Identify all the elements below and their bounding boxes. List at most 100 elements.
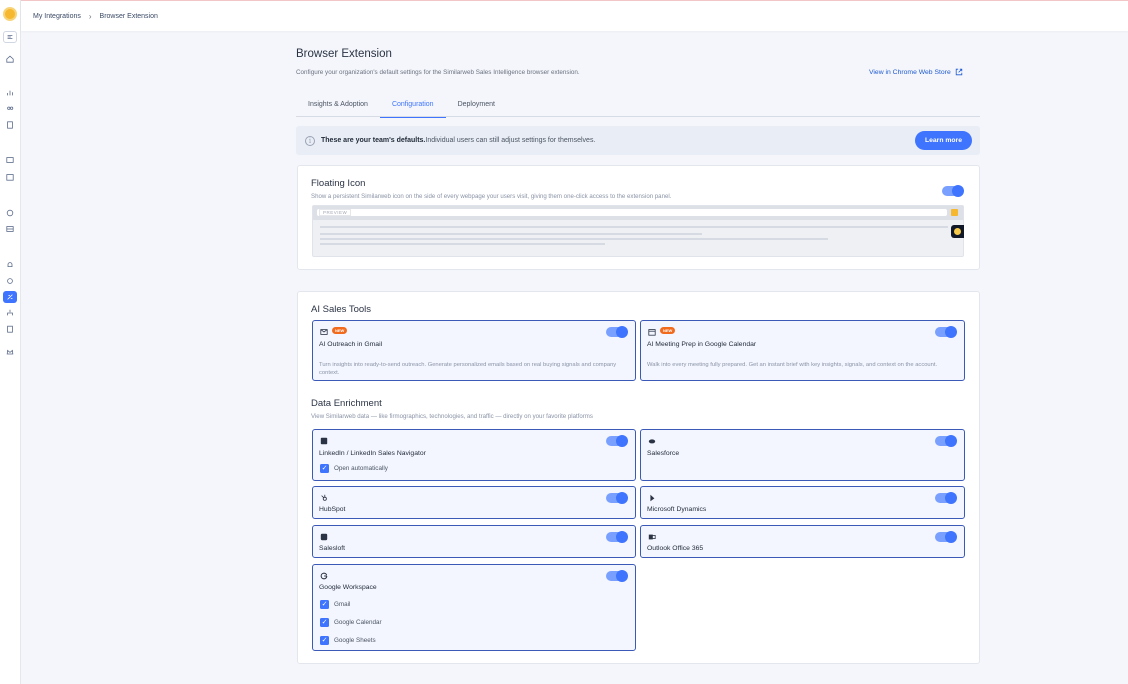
linkedin-icon xyxy=(319,436,328,445)
dynamics-icon xyxy=(647,493,656,502)
tab-configuration[interactable]: Configuration xyxy=(379,96,446,118)
floating-icon-preview: PREVIEW xyxy=(312,205,964,257)
new-badge: NEW xyxy=(332,327,348,334)
tile-name: Salesforce xyxy=(647,450,680,457)
left-rail xyxy=(0,0,21,684)
tile-salesloft: Salesloft xyxy=(312,525,636,558)
hierarchy-icon[interactable] xyxy=(3,307,17,319)
tile-microsoft-dynamics: Microsoft Dynamics xyxy=(640,486,965,519)
preview-label: PREVIEW xyxy=(319,209,352,216)
linkedin-toggle[interactable] xyxy=(606,435,628,447)
top-bar: My Integrations › Browser Extension xyxy=(21,0,1128,31)
salesloft-toggle[interactable] xyxy=(606,531,628,543)
tile-linkedin: LinkedIn / LinkedIn Sales Navigator ✓ Op… xyxy=(312,429,636,481)
checkbox-label: Open automatically xyxy=(334,465,388,472)
page-title: Browser Extension xyxy=(296,48,392,60)
salesloft-icon xyxy=(319,532,328,541)
floating-similarweb-icon xyxy=(951,225,964,238)
banner-text: These are your team's defaults.Individua… xyxy=(321,137,595,144)
tile-hubspot: HubSpot xyxy=(312,486,636,519)
analytics-icon[interactable] xyxy=(3,87,17,99)
integrations-icon[interactable] xyxy=(3,291,17,303)
checkbox-open-automatically[interactable]: ✓ Open automatically xyxy=(320,464,388,473)
tile-name: Google Workspace xyxy=(319,584,377,591)
similarweb-logo-icon[interactable] xyxy=(3,7,17,21)
people-icon[interactable] xyxy=(3,103,17,115)
tile-name: AI Meeting Prep in Google Calendar xyxy=(647,341,757,348)
collapse-icon[interactable] xyxy=(3,31,17,43)
preview-address-bar xyxy=(317,209,947,216)
breadcrumb-parent-link[interactable]: My Integrations xyxy=(33,13,81,20)
floating-icon-description: Show a persistent Similarweb icon on the… xyxy=(311,193,672,200)
preview-line xyxy=(320,238,828,240)
tile-name: HubSpot xyxy=(319,506,346,513)
tile-outlook: Outlook Office 365 xyxy=(640,525,965,558)
checkbox-gmail[interactable]: ✓ Gmail xyxy=(320,600,350,609)
checkbox-google-sheets[interactable]: ✓ Google Sheets xyxy=(320,636,376,645)
calendar-icon[interactable] xyxy=(3,171,17,183)
learn-more-button[interactable]: Learn more xyxy=(914,131,972,150)
document-icon[interactable] xyxy=(3,119,17,131)
tile-name: Salesloft xyxy=(319,545,346,552)
hubspot-toggle[interactable] xyxy=(606,492,628,504)
new-badge: NEW xyxy=(660,327,676,334)
sync-icon[interactable] xyxy=(3,275,17,287)
hubspot-icon xyxy=(319,493,328,502)
google-icon xyxy=(319,571,328,580)
banner-body-text: Individual users can still adjust settin… xyxy=(425,137,596,144)
info-icon: i xyxy=(305,135,315,146)
tile-name: LinkedIn / LinkedIn Sales Navigator xyxy=(319,450,426,457)
preview-line xyxy=(320,226,948,228)
salesforce-toggle[interactable] xyxy=(935,435,957,447)
checkbox-google-calendar[interactable]: ✓ Google Calendar xyxy=(320,618,382,627)
crown-icon[interactable] xyxy=(3,346,17,358)
external-link-icon xyxy=(955,68,962,76)
preview-browser-bar xyxy=(313,206,963,220)
home-icon[interactable] xyxy=(3,53,17,65)
preview-line xyxy=(320,233,702,235)
tile-google-workspace: Google Workspace ✓ Gmail ✓ Google Calend… xyxy=(312,564,636,651)
tile-description: Turn insights into ready-to-send outreac… xyxy=(319,362,617,376)
extension-icon xyxy=(951,209,958,216)
tile-name: Outlook Office 365 xyxy=(647,545,704,552)
team-defaults-banner: i These are your team's defaults.Individ… xyxy=(296,126,980,155)
table-icon[interactable] xyxy=(3,223,17,235)
checkbox-checked-icon: ✓ xyxy=(320,636,329,645)
ai-sales-tools-title: AI Sales Tools xyxy=(311,304,372,315)
calendar-ai-icon xyxy=(647,327,656,336)
outlook-toggle[interactable] xyxy=(935,531,957,543)
tab-bar: Insights & Adoption Configuration Deploy… xyxy=(296,96,980,118)
ai-meeting-prep-toggle[interactable] xyxy=(935,326,957,338)
checkbox-checked-icon: ✓ xyxy=(320,618,329,627)
tab-deployment[interactable]: Deployment xyxy=(446,96,507,117)
checkbox-checked-icon: ✓ xyxy=(320,464,329,473)
google-workspace-toggle[interactable] xyxy=(606,570,628,582)
floating-icon-toggle[interactable] xyxy=(942,185,964,197)
list-icon[interactable] xyxy=(3,154,17,166)
ai-outreach-toggle[interactable] xyxy=(606,326,628,338)
tab-insights-adoption[interactable]: Insights & Adoption xyxy=(296,96,380,117)
bell-icon[interactable] xyxy=(3,259,17,271)
mail-ai-icon xyxy=(319,327,328,336)
preview-line xyxy=(320,243,605,245)
checkbox-label: Google Sheets xyxy=(334,637,376,644)
banner-bold-text: These are your team's defaults. xyxy=(321,137,426,144)
clipboard-icon[interactable] xyxy=(3,323,17,335)
page-subtitle: Configure your organization's default se… xyxy=(296,69,580,76)
chrome-web-store-link[interactable]: View in Chrome Web Store xyxy=(869,68,963,76)
breadcrumb-current: Browser Extension xyxy=(99,13,158,20)
tile-name: AI Outreach in Gmail xyxy=(319,341,383,348)
breadcrumb: My Integrations › Browser Extension xyxy=(33,12,158,21)
breadcrumb-separator: › xyxy=(88,12,92,21)
tile-name: Microsoft Dynamics xyxy=(647,506,707,513)
dynamics-toggle[interactable] xyxy=(935,492,957,504)
outlook-icon xyxy=(647,532,656,541)
tile-ai-meeting-prep: NEW AI Meeting Prep in Google Calendar W… xyxy=(640,320,965,381)
store-link-label: View in Chrome Web Store xyxy=(869,68,951,76)
tile-description: Walk into every meeting fully prepared. … xyxy=(647,362,938,368)
target-icon[interactable] xyxy=(3,207,17,219)
checkbox-checked-icon: ✓ xyxy=(320,600,329,609)
checkbox-label: Google Calendar xyxy=(334,619,382,626)
floating-icon-title: Floating Icon xyxy=(311,178,366,189)
tile-ai-outreach-gmail: NEW AI Outreach in Gmail Turn insights i… xyxy=(312,320,636,381)
